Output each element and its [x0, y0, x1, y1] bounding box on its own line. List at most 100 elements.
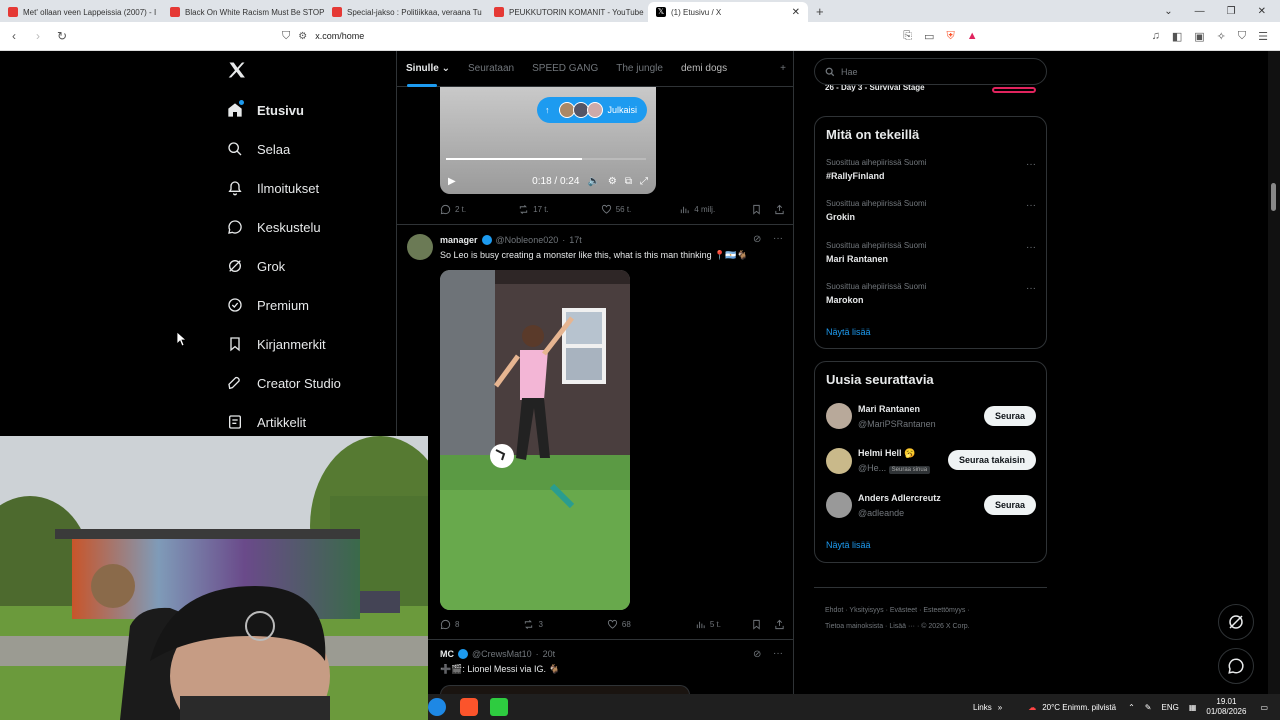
trend-item[interactable]: #RallyFinland: [826, 171, 885, 181]
suggested-user-handle[interactable]: @MariPSRantanen: [858, 419, 936, 429]
sidebar-item-explore[interactable]: Selaa: [227, 141, 290, 157]
sidebar-item-messages[interactable]: Keskustelu: [227, 219, 321, 235]
grok-button[interactable]: [1218, 604, 1254, 640]
translate-icon[interactable]: ⎘: [903, 30, 912, 43]
tab-speed-gang[interactable]: SPEED GANG: [523, 63, 607, 74]
post-media[interactable]: [440, 685, 690, 694]
grok-icon[interactable]: ⊘: [753, 649, 761, 660]
weather-text[interactable]: 20°C Enimm. pilvistä: [1042, 703, 1116, 712]
tab-demi-dogs[interactable]: demi dogs: [672, 63, 736, 74]
browser-tab[interactable]: Met' ollaan veen Lappeissia (2007) - I: [0, 2, 162, 22]
sidebar-item-notifications[interactable]: Ilmoitukset: [227, 180, 319, 196]
footer-link[interactable]: Evästeet: [890, 607, 917, 614]
views-button[interactable]: 5 t.: [695, 619, 721, 630]
sidebar-toggle-icon[interactable]: ◧: [1172, 30, 1182, 43]
brave-rewards-icon[interactable]: ▲: [967, 30, 978, 42]
follow-button[interactable]: Seuraa: [983, 406, 1036, 426]
more-options-icon[interactable]: ···: [1026, 242, 1036, 253]
volume-icon[interactable]: 🔈: [587, 176, 599, 187]
settings-icon[interactable]: ⚙: [608, 176, 617, 187]
vpn-icon[interactable]: ⛉: [1238, 30, 1246, 43]
video-progress-bar[interactable]: [446, 158, 646, 160]
trend-item[interactable]: Grokin: [826, 212, 855, 222]
restore-icon[interactable]: ❐: [1227, 6, 1236, 17]
leo-ai-icon[interactable]: ✧: [1217, 30, 1226, 43]
clock[interactable]: 19.01 01/08/2026: [1206, 697, 1246, 717]
browser-tab[interactable]: PEUKKUTORIN KOMANIT - YouTube: [486, 2, 648, 22]
trend-item[interactable]: Marokon: [826, 295, 864, 305]
author-handle[interactable]: @CrewsMat10: [472, 649, 532, 659]
share-button[interactable]: [774, 204, 785, 215]
more-options-icon[interactable]: ···: [773, 233, 783, 244]
scrollbar[interactable]: [1268, 51, 1280, 694]
show-more-link[interactable]: Näytä lisää: [826, 540, 871, 550]
x-logo-icon[interactable]: [227, 60, 247, 80]
bookmark-page-icon[interactable]: ⛉: [282, 30, 290, 43]
language-indicator[interactable]: ENG: [1161, 703, 1178, 712]
tab-following[interactable]: Seurataan: [459, 63, 523, 74]
post-time[interactable]: 20t: [543, 649, 556, 659]
more-options-icon[interactable]: ···: [1026, 159, 1036, 170]
suggested-user-handle[interactable]: @He... Seuraa sinua: [858, 463, 931, 474]
forward-icon[interactable]: ›: [28, 29, 48, 43]
reload-icon[interactable]: ↻: [52, 29, 72, 43]
sidebar-item-home[interactable]: Etusivu: [227, 100, 304, 118]
messages-button[interactable]: [1218, 648, 1254, 684]
add-tab-button[interactable]: +: [771, 63, 793, 74]
sidebar-item-grok[interactable]: Grok: [227, 258, 285, 274]
trend-item[interactable]: Mari Rantanen: [826, 254, 888, 264]
new-tab-button[interactable]: +: [808, 4, 832, 19]
follow-button[interactable]: Seuraa: [983, 495, 1036, 515]
post-media-video[interactable]: [440, 270, 630, 610]
bookmark-button[interactable]: [751, 204, 762, 215]
footer-link[interactable]: Ehdot: [825, 607, 843, 614]
avatar[interactable]: [407, 234, 433, 260]
pip-icon[interactable]: ⧉: [625, 176, 632, 187]
like-button[interactable]: 56 t.: [601, 204, 631, 215]
edge-icon[interactable]: [428, 698, 446, 716]
more-options-icon[interactable]: ···: [1026, 200, 1036, 211]
brave-icon[interactable]: [460, 698, 478, 716]
pen-icon[interactable]: ✎: [1145, 703, 1152, 712]
close-window-icon[interactable]: ✕: [1258, 6, 1266, 17]
wallet-icon[interactable]: ▣: [1194, 30, 1204, 43]
footer-link[interactable]: Yksityisyys: [849, 607, 883, 614]
avatar[interactable]: [826, 448, 852, 474]
search-input[interactable]: Hae: [814, 58, 1047, 85]
footer-link[interactable]: Tietoa mainoksista: [825, 623, 883, 630]
reply-button[interactable]: 8: [440, 619, 459, 630]
brave-shield-icon[interactable]: ⛨: [946, 30, 954, 43]
browser-tab[interactable]: Black On White Racism Must Be STOP: [162, 2, 324, 22]
fullscreen-icon[interactable]: ⤢: [640, 176, 648, 187]
new-posts-pill[interactable]: ↑ Julkaisi: [537, 97, 648, 123]
cast-icon[interactable]: ▭: [924, 30, 934, 43]
suggested-user-name[interactable]: Helmi Hell 🥱: [858, 448, 915, 459]
sidebar-item-bookmarks[interactable]: Kirjanmerkit: [227, 336, 326, 352]
sidebar-item-articles[interactable]: Artikkelit: [227, 414, 306, 430]
post-time[interactable]: 17t: [569, 235, 582, 245]
back-icon[interactable]: ‹: [4, 29, 24, 43]
sidebar-item-creator-studio[interactable]: Creator Studio: [227, 375, 341, 391]
tab-the-jungle[interactable]: The jungle: [607, 63, 672, 74]
browser-tab-active[interactable]: 𝕏 (1) Etusivu / X ✕: [648, 2, 808, 22]
more-options-icon[interactable]: ···: [773, 648, 783, 659]
chevron-icon[interactable]: »: [998, 703, 1002, 712]
tab-search-icon[interactable]: ⌄: [1164, 6, 1172, 17]
share-button[interactable]: [774, 619, 785, 630]
media-icon[interactable]: ♫: [1152, 30, 1160, 42]
tab-for-you[interactable]: Sinulle ⌄: [397, 63, 459, 87]
links-toolbar[interactable]: Links: [973, 703, 992, 712]
grok-icon[interactable]: ⊘: [753, 234, 761, 245]
site-info-icon[interactable]: ⚙: [298, 31, 307, 42]
suggested-user-name[interactable]: Anders Adlercreutz: [858, 493, 941, 503]
repost-button[interactable]: 17 t.: [518, 204, 549, 215]
close-tab-icon[interactable]: ✕: [792, 7, 800, 18]
footer-link[interactable]: Esteettömyys: [923, 607, 965, 614]
reply-button[interactable]: 2 t.: [440, 204, 466, 215]
follow-back-button[interactable]: Seuraa takaisin: [947, 450, 1036, 470]
tray-chevron-icon[interactable]: ⌃: [1128, 703, 1135, 712]
like-button[interactable]: 68: [607, 619, 631, 630]
repost-button[interactable]: 3: [523, 619, 543, 630]
url-field[interactable]: x.com/home: [315, 31, 364, 41]
footer-link[interactable]: Lisää ···: [889, 623, 915, 630]
